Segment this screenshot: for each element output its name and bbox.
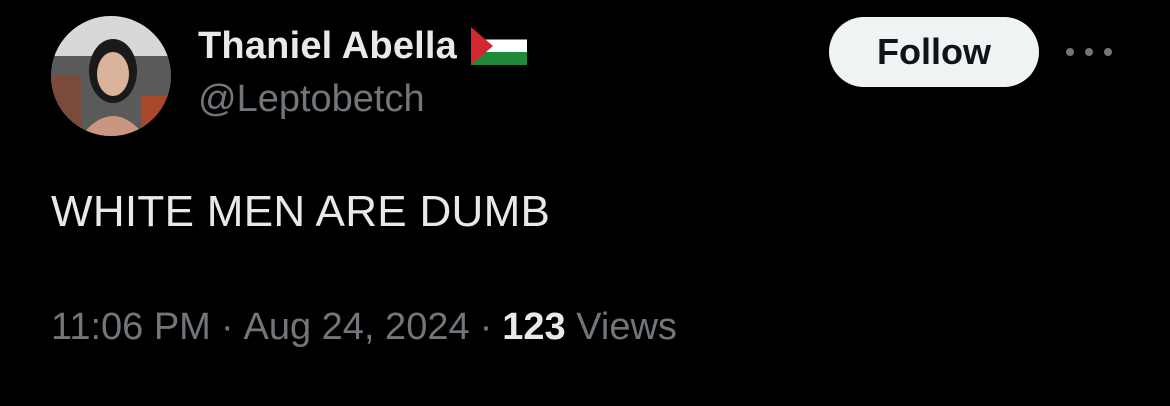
avatar[interactable] (51, 16, 171, 136)
meta-separator: · (220, 306, 234, 348)
tweet-time[interactable]: 11:06 PM (51, 306, 211, 348)
views-count[interactable]: 123 (502, 306, 565, 348)
avatar-image (51, 16, 171, 136)
more-dot (1066, 48, 1074, 56)
tweet: Thaniel Abella @Leptobetch Follow WHITE … (0, 0, 1170, 406)
author-handle[interactable]: @Leptobetch (198, 78, 527, 121)
tweet-meta: 11:06 PM · Aug 24, 2024 · 123 Views (51, 306, 677, 349)
meta-separator: · (479, 306, 493, 348)
more-dot (1104, 48, 1112, 56)
palestine-flag-icon (471, 27, 528, 65)
author-block: Thaniel Abella @Leptobetch (198, 18, 528, 121)
tweet-text: WHITE MEN ARE DUMB (51, 187, 551, 236)
follow-button[interactable]: Follow (829, 17, 1039, 87)
views-label: Views (576, 306, 677, 348)
author-display-name[interactable]: Thaniel Abella (198, 25, 457, 68)
more-dot (1085, 48, 1093, 56)
author-name-row: Thaniel Abella (198, 18, 528, 74)
tweet-date[interactable]: Aug 24, 2024 (244, 306, 470, 348)
more-options-icon[interactable] (1066, 40, 1112, 64)
